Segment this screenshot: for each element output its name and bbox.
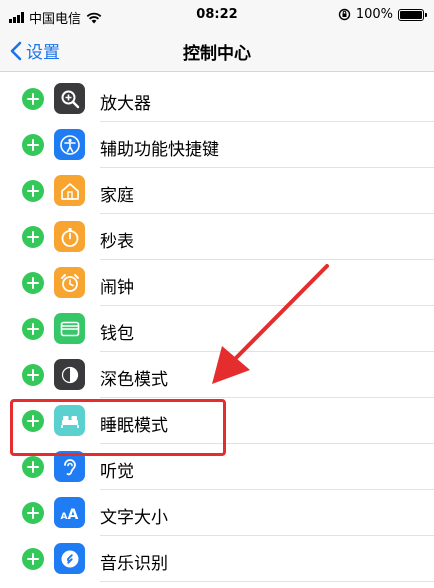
add-button[interactable] [22, 134, 44, 156]
item-label: 音乐识别 [100, 554, 168, 574]
list-item: 家庭 [0, 168, 434, 214]
item-label: 放大器 [100, 94, 151, 114]
list-item: 辅助功能快捷键 [0, 122, 434, 168]
add-button[interactable] [22, 88, 44, 110]
item-label: 听觉 [100, 462, 134, 482]
list-item: 音乐识别 [0, 536, 434, 582]
battery-percent: 100% [355, 7, 393, 22]
battery-icon [398, 8, 427, 21]
svg-text:A: A [60, 512, 67, 522]
orientation-lock-icon [338, 8, 351, 21]
wallet-icon [54, 313, 85, 344]
dark-mode-icon [54, 359, 85, 390]
add-button[interactable] [22, 456, 44, 478]
home-icon [54, 175, 85, 206]
page-title: 控制中心 [183, 44, 251, 64]
navigation-bar: 设置 控制中心 [0, 30, 434, 72]
list-item: 放大器 [0, 76, 434, 122]
magnifier-icon [54, 83, 85, 114]
status-right: 100% [338, 7, 427, 22]
status-bar: 中国电信 08:22 100% [0, 0, 434, 30]
divider [100, 581, 434, 582]
annotation-highlight-box [10, 399, 226, 456]
item-label: 家庭 [100, 186, 134, 206]
add-button[interactable] [22, 272, 44, 294]
item-label: 辅助功能快捷键 [100, 140, 219, 160]
item-label: 文字大小 [100, 508, 168, 528]
stopwatch-icon [54, 221, 85, 252]
add-button[interactable] [22, 502, 44, 524]
add-button[interactable] [22, 548, 44, 570]
accessibility-icon [54, 129, 85, 160]
item-label: 闹钟 [100, 278, 134, 298]
svg-text:A: A [67, 507, 78, 523]
text-size-icon: AA [54, 497, 85, 528]
item-label: 秒表 [100, 232, 134, 252]
add-button[interactable] [22, 180, 44, 202]
list-item: AA 文字大小 [0, 490, 434, 536]
add-button[interactable] [22, 226, 44, 248]
add-button[interactable] [22, 364, 44, 386]
shazam-icon [54, 543, 85, 574]
alarm-icon [54, 267, 85, 298]
annotation-arrow [212, 264, 329, 384]
item-label: 深色模式 [100, 370, 168, 390]
item-label: 钱包 [100, 324, 134, 344]
add-button[interactable] [22, 318, 44, 340]
list-item: 秒表 [0, 214, 434, 260]
